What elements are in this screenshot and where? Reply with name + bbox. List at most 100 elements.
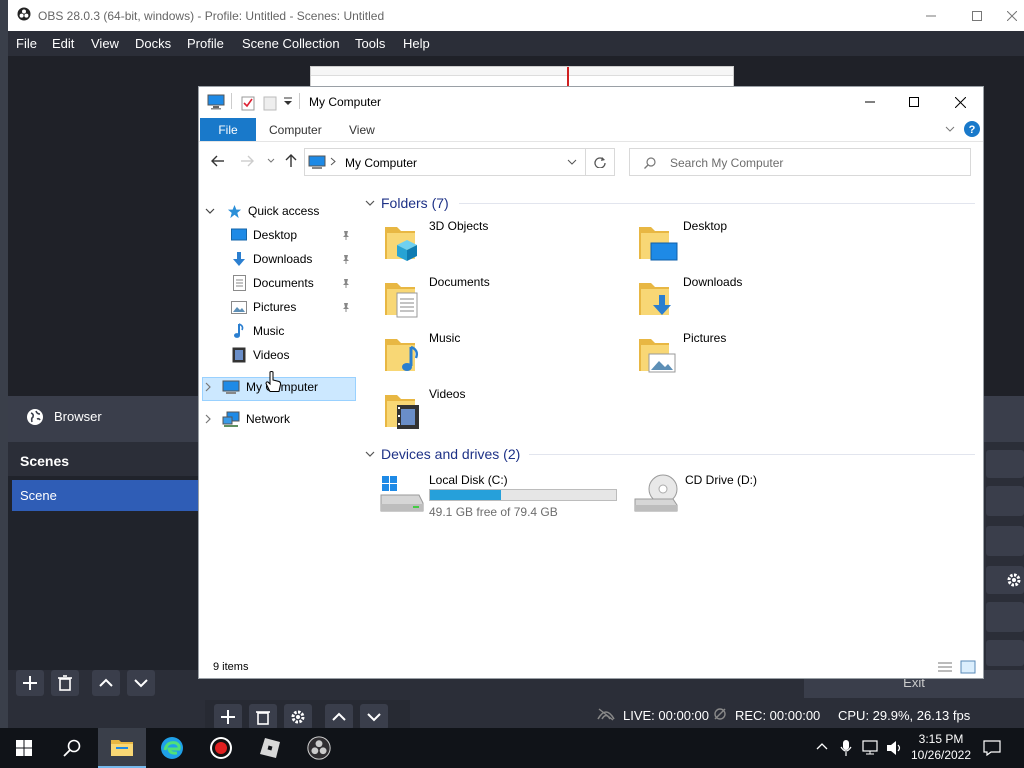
taskbar-edge[interactable] — [148, 728, 196, 768]
source-move-down-button[interactable] — [360, 704, 388, 730]
show-hidden-icons-chevron-icon[interactable] — [816, 742, 828, 750]
tab-file[interactable]: File — [200, 118, 256, 141]
menu-file[interactable]: File — [16, 36, 37, 51]
group-collapse-chevron-icon[interactable] — [365, 451, 375, 458]
source-browser-label[interactable]: Browser — [54, 409, 102, 424]
minimize-button[interactable] — [908, 0, 954, 31]
nav-downloads[interactable]: Downloads — [231, 248, 356, 270]
drive-name: Local Disk (C:) — [429, 473, 508, 487]
chevron-down-icon — [134, 678, 148, 688]
explorer-status-bar: 9 items — [199, 658, 983, 678]
close-button[interactable] — [1000, 0, 1024, 31]
menu-docks[interactable]: Docks — [135, 36, 171, 51]
breadcrumb-chevron-icon[interactable] — [330, 157, 336, 166]
drives-group-header[interactable]: Devices and drives (2) — [365, 446, 520, 462]
up-arrow-icon[interactable] — [285, 154, 297, 168]
film-icon — [231, 347, 247, 363]
drive-usage-fill — [430, 490, 501, 500]
obs-window-title: OBS 28.0.3 (64-bit, windows) - Profile: … — [38, 9, 385, 23]
quick-access-toolbar-dropdown-icon[interactable] — [283, 97, 293, 107]
breadcrumb[interactable]: My Computer — [345, 156, 417, 170]
settings-box[interactable] — [986, 566, 1024, 594]
folder-pictures[interactable]: Pictures — [637, 329, 726, 375]
taskbar-obs[interactable] — [295, 728, 343, 768]
explorer-maximize-button[interactable] — [891, 87, 937, 117]
notifications-icon[interactable] — [983, 740, 1001, 756]
taskbar-file-explorer[interactable] — [98, 728, 146, 768]
nav-label: Documents — [253, 276, 314, 290]
folder-desktop[interactable]: Desktop — [637, 217, 727, 263]
folders-group-header[interactable]: Folders (7) — [365, 195, 449, 211]
pin-icon[interactable] — [341, 230, 351, 240]
maximize-button[interactable] — [954, 0, 1000, 31]
back-arrow-icon[interactable] — [211, 155, 225, 167]
remove-source-button[interactable] — [249, 704, 277, 730]
volume-icon[interactable] — [886, 740, 904, 756]
menu-profile[interactable]: Profile — [187, 36, 224, 51]
microphone-icon[interactable] — [840, 739, 852, 757]
mouse-cursor-icon — [264, 370, 282, 394]
menu-tools[interactable]: Tools — [355, 36, 385, 51]
pin-icon[interactable] — [341, 254, 351, 264]
nav-desktop[interactable]: Desktop — [231, 224, 356, 246]
expanded-chevron-icon[interactable] — [205, 208, 217, 215]
collapsed-chevron-icon[interactable] — [205, 382, 217, 392]
trash-icon — [58, 675, 72, 691]
menu-scene-collection[interactable]: Scene Collection — [242, 36, 340, 51]
taskbar-record-app[interactable] — [197, 728, 245, 768]
add-source-button[interactable] — [214, 704, 242, 730]
pin-icon[interactable] — [341, 278, 351, 288]
network-status-icon[interactable] — [862, 740, 880, 756]
address-dropdown-chevron-icon[interactable] — [567, 159, 577, 166]
folder-3d-objects[interactable]: 3D Objects — [383, 217, 488, 263]
group-collapse-chevron-icon[interactable] — [365, 200, 375, 207]
nav-quick-access[interactable]: Quick access — [205, 200, 319, 222]
folder-music[interactable]: Music — [383, 329, 460, 375]
details-view-icon[interactable] — [937, 661, 953, 673]
menu-edit[interactable]: Edit — [52, 36, 74, 51]
expand-ribbon-chevron-icon[interactable] — [945, 126, 955, 133]
properties-icon[interactable] — [241, 95, 255, 111]
taskbar-roblox[interactable] — [246, 728, 294, 768]
collapsed-chevron-icon[interactable] — [205, 414, 217, 424]
record-icon — [209, 736, 233, 760]
pin-icon[interactable] — [341, 302, 351, 312]
nav-music[interactable]: Music — [231, 320, 284, 342]
menu-help[interactable]: Help — [403, 36, 430, 51]
source-properties-button[interactable] — [284, 704, 312, 730]
refresh-button[interactable] — [586, 148, 615, 176]
scenes-list: Scene — [8, 476, 198, 670]
nav-documents[interactable]: Documents — [231, 272, 356, 294]
explorer-close-button[interactable] — [937, 87, 983, 117]
recent-locations-chevron-icon[interactable] — [267, 158, 275, 164]
new-folder-icon[interactable] — [263, 95, 277, 111]
add-scene-button[interactable] — [16, 670, 44, 696]
search-button[interactable] — [48, 728, 96, 768]
scene-move-up-button[interactable] — [92, 670, 120, 696]
drive-cd-d[interactable]: CD Drive (D:) — [633, 471, 757, 517]
address-bar[interactable]: My Computer — [304, 148, 586, 176]
nav-videos[interactable]: Videos — [231, 344, 289, 366]
explorer-minimize-button[interactable] — [847, 87, 893, 117]
nav-network[interactable]: Network — [205, 408, 290, 430]
nav-pictures[interactable]: Pictures — [231, 296, 356, 318]
folder-videos[interactable]: Videos — [383, 385, 465, 431]
tab-computer[interactable]: Computer — [269, 123, 322, 137]
forward-arrow-icon[interactable] — [240, 155, 254, 167]
folder-downloads[interactable]: Downloads — [637, 273, 742, 319]
help-icon[interactable]: ? — [964, 121, 980, 137]
nav-my-computer[interactable]: My Computer — [205, 376, 318, 398]
clock[interactable]: 3:15 PM 10/26/2022 — [908, 731, 974, 763]
large-icons-view-icon[interactable] — [960, 660, 976, 674]
search-input[interactable]: Search My Computer — [629, 148, 971, 176]
drive-local-disk-c[interactable]: Local Disk (C:) 49.1 GB free of 79.4 GB — [379, 471, 619, 521]
scene-move-down-button[interactable] — [127, 670, 155, 696]
scene-item[interactable]: Scene — [12, 480, 198, 511]
start-button[interactable] — [0, 728, 48, 768]
folder-documents[interactable]: Documents — [383, 273, 490, 319]
source-move-up-button[interactable] — [325, 704, 353, 730]
menu-view[interactable]: View — [91, 36, 119, 51]
folder-music-icon — [383, 329, 429, 375]
remove-scene-button[interactable] — [51, 670, 79, 696]
tab-view[interactable]: View — [349, 123, 375, 137]
